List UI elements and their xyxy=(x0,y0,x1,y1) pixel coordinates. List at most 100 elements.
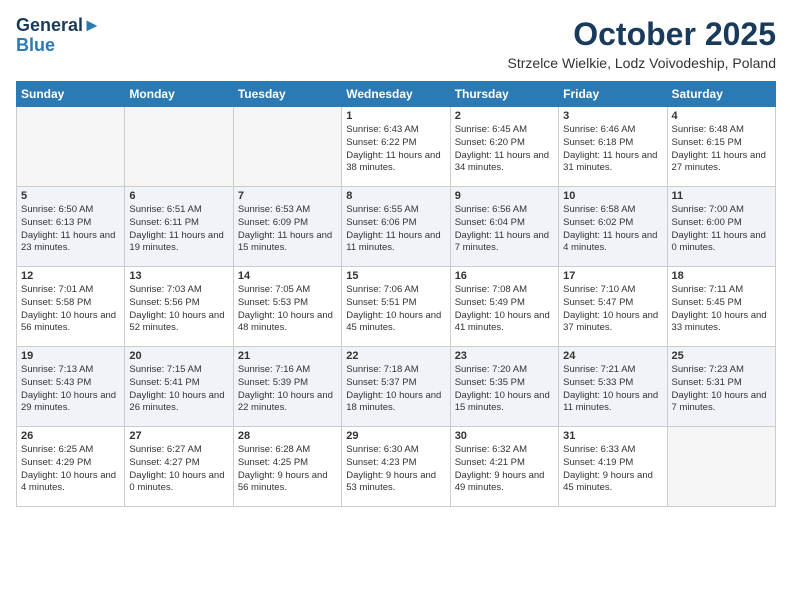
day-number: 31 xyxy=(563,430,662,442)
calendar-cell: 2 Sunrise: 6:45 AM Sunset: 6:20 PM Dayli… xyxy=(450,107,558,187)
day-number: 24 xyxy=(563,350,662,362)
day-info: Sunrise: 6:46 AM Sunset: 6:18 PM Dayligh… xyxy=(563,124,662,175)
calendar-cell xyxy=(125,107,233,187)
calendar-cell: 18 Sunrise: 7:11 AM Sunset: 5:45 PM Dayl… xyxy=(667,267,775,347)
title-block: October 2025 Strzelce Wielkie, Lodz Voiv… xyxy=(508,16,776,71)
day-number: 16 xyxy=(455,270,554,282)
weekday-header-sunday: Sunday xyxy=(17,82,125,107)
day-number: 18 xyxy=(672,270,771,282)
calendar-cell: 30 Sunrise: 6:32 AM Sunset: 4:21 PM Dayl… xyxy=(450,427,558,507)
calendar-cell: 17 Sunrise: 7:10 AM Sunset: 5:47 PM Dayl… xyxy=(559,267,667,347)
calendar-cell: 26 Sunrise: 6:25 AM Sunset: 4:29 PM Dayl… xyxy=(17,427,125,507)
day-info: Sunrise: 6:32 AM Sunset: 4:21 PM Dayligh… xyxy=(455,444,554,495)
day-info: Sunrise: 7:20 AM Sunset: 5:35 PM Dayligh… xyxy=(455,364,554,415)
calendar-cell: 27 Sunrise: 6:27 AM Sunset: 4:27 PM Dayl… xyxy=(125,427,233,507)
day-info: Sunrise: 7:00 AM Sunset: 6:00 PM Dayligh… xyxy=(672,204,771,255)
day-info: Sunrise: 7:15 AM Sunset: 5:41 PM Dayligh… xyxy=(129,364,228,415)
day-number: 2 xyxy=(455,110,554,122)
day-number: 4 xyxy=(672,110,771,122)
day-number: 22 xyxy=(346,350,445,362)
day-number: 17 xyxy=(563,270,662,282)
day-number: 8 xyxy=(346,190,445,202)
calendar-cell: 9 Sunrise: 6:56 AM Sunset: 6:04 PM Dayli… xyxy=(450,187,558,267)
calendar-cell: 13 Sunrise: 7:03 AM Sunset: 5:56 PM Dayl… xyxy=(125,267,233,347)
day-number: 10 xyxy=(563,190,662,202)
weekday-header-friday: Friday xyxy=(559,82,667,107)
weekday-header-saturday: Saturday xyxy=(667,82,775,107)
calendar-cell: 10 Sunrise: 6:58 AM Sunset: 6:02 PM Dayl… xyxy=(559,187,667,267)
day-info: Sunrise: 6:51 AM Sunset: 6:11 PM Dayligh… xyxy=(129,204,228,255)
day-info: Sunrise: 6:33 AM Sunset: 4:19 PM Dayligh… xyxy=(563,444,662,495)
calendar-cell: 11 Sunrise: 7:00 AM Sunset: 6:00 PM Dayl… xyxy=(667,187,775,267)
weekday-header-thursday: Thursday xyxy=(450,82,558,107)
month-title: October 2025 xyxy=(508,16,776,53)
day-number: 25 xyxy=(672,350,771,362)
calendar-cell: 21 Sunrise: 7:16 AM Sunset: 5:39 PM Dayl… xyxy=(233,347,341,427)
day-info: Sunrise: 7:18 AM Sunset: 5:37 PM Dayligh… xyxy=(346,364,445,415)
day-number: 20 xyxy=(129,350,228,362)
day-number: 1 xyxy=(346,110,445,122)
page-header: General►Blue October 2025 Strzelce Wielk… xyxy=(16,16,776,71)
day-info: Sunrise: 7:16 AM Sunset: 5:39 PM Dayligh… xyxy=(238,364,337,415)
calendar-cell xyxy=(17,107,125,187)
day-info: Sunrise: 7:06 AM Sunset: 5:51 PM Dayligh… xyxy=(346,284,445,335)
calendar-cell: 20 Sunrise: 7:15 AM Sunset: 5:41 PM Dayl… xyxy=(125,347,233,427)
day-number: 30 xyxy=(455,430,554,442)
calendar-cell: 8 Sunrise: 6:55 AM Sunset: 6:06 PM Dayli… xyxy=(342,187,450,267)
calendar-cell: 23 Sunrise: 7:20 AM Sunset: 5:35 PM Dayl… xyxy=(450,347,558,427)
day-number: 28 xyxy=(238,430,337,442)
day-number: 12 xyxy=(21,270,120,282)
calendar-cell: 29 Sunrise: 6:30 AM Sunset: 4:23 PM Dayl… xyxy=(342,427,450,507)
day-number: 15 xyxy=(346,270,445,282)
logo: General►Blue xyxy=(16,16,101,56)
day-info: Sunrise: 6:56 AM Sunset: 6:04 PM Dayligh… xyxy=(455,204,554,255)
day-info: Sunrise: 7:03 AM Sunset: 5:56 PM Dayligh… xyxy=(129,284,228,335)
calendar-cell xyxy=(667,427,775,507)
day-number: 9 xyxy=(455,190,554,202)
calendar-cell: 5 Sunrise: 6:50 AM Sunset: 6:13 PM Dayli… xyxy=(17,187,125,267)
day-info: Sunrise: 6:55 AM Sunset: 6:06 PM Dayligh… xyxy=(346,204,445,255)
day-info: Sunrise: 7:11 AM Sunset: 5:45 PM Dayligh… xyxy=(672,284,771,335)
calendar-cell: 1 Sunrise: 6:43 AM Sunset: 6:22 PM Dayli… xyxy=(342,107,450,187)
weekday-header-tuesday: Tuesday xyxy=(233,82,341,107)
day-info: Sunrise: 7:13 AM Sunset: 5:43 PM Dayligh… xyxy=(21,364,120,415)
calendar-cell: 14 Sunrise: 7:05 AM Sunset: 5:53 PM Dayl… xyxy=(233,267,341,347)
calendar-cell xyxy=(233,107,341,187)
day-info: Sunrise: 6:58 AM Sunset: 6:02 PM Dayligh… xyxy=(563,204,662,255)
day-info: Sunrise: 7:01 AM Sunset: 5:58 PM Dayligh… xyxy=(21,284,120,335)
day-info: Sunrise: 6:43 AM Sunset: 6:22 PM Dayligh… xyxy=(346,124,445,175)
location: Strzelce Wielkie, Lodz Voivodeship, Pola… xyxy=(508,55,776,71)
day-number: 29 xyxy=(346,430,445,442)
day-info: Sunrise: 6:50 AM Sunset: 6:13 PM Dayligh… xyxy=(21,204,120,255)
weekday-header-monday: Monday xyxy=(125,82,233,107)
weekday-header-wednesday: Wednesday xyxy=(342,82,450,107)
calendar-cell: 28 Sunrise: 6:28 AM Sunset: 4:25 PM Dayl… xyxy=(233,427,341,507)
day-number: 7 xyxy=(238,190,337,202)
day-info: Sunrise: 7:21 AM Sunset: 5:33 PM Dayligh… xyxy=(563,364,662,415)
day-number: 14 xyxy=(238,270,337,282)
day-info: Sunrise: 7:08 AM Sunset: 5:49 PM Dayligh… xyxy=(455,284,554,335)
day-number: 19 xyxy=(21,350,120,362)
day-number: 23 xyxy=(455,350,554,362)
day-info: Sunrise: 7:05 AM Sunset: 5:53 PM Dayligh… xyxy=(238,284,337,335)
day-info: Sunrise: 7:10 AM Sunset: 5:47 PM Dayligh… xyxy=(563,284,662,335)
calendar-cell: 22 Sunrise: 7:18 AM Sunset: 5:37 PM Dayl… xyxy=(342,347,450,427)
calendar-cell: 31 Sunrise: 6:33 AM Sunset: 4:19 PM Dayl… xyxy=(559,427,667,507)
day-info: Sunrise: 6:28 AM Sunset: 4:25 PM Dayligh… xyxy=(238,444,337,495)
calendar-cell: 19 Sunrise: 7:13 AM Sunset: 5:43 PM Dayl… xyxy=(17,347,125,427)
day-number: 21 xyxy=(238,350,337,362)
day-info: Sunrise: 6:30 AM Sunset: 4:23 PM Dayligh… xyxy=(346,444,445,495)
day-info: Sunrise: 6:25 AM Sunset: 4:29 PM Dayligh… xyxy=(21,444,120,495)
calendar-cell: 4 Sunrise: 6:48 AM Sunset: 6:15 PM Dayli… xyxy=(667,107,775,187)
calendar-table: SundayMondayTuesdayWednesdayThursdayFrid… xyxy=(16,81,776,507)
day-info: Sunrise: 6:48 AM Sunset: 6:15 PM Dayligh… xyxy=(672,124,771,175)
day-number: 11 xyxy=(672,190,771,202)
day-number: 27 xyxy=(129,430,228,442)
day-number: 26 xyxy=(21,430,120,442)
calendar-cell: 16 Sunrise: 7:08 AM Sunset: 5:49 PM Dayl… xyxy=(450,267,558,347)
day-number: 5 xyxy=(21,190,120,202)
calendar-cell: 12 Sunrise: 7:01 AM Sunset: 5:58 PM Dayl… xyxy=(17,267,125,347)
calendar-cell: 24 Sunrise: 7:21 AM Sunset: 5:33 PM Dayl… xyxy=(559,347,667,427)
day-info: Sunrise: 7:23 AM Sunset: 5:31 PM Dayligh… xyxy=(672,364,771,415)
calendar-cell: 6 Sunrise: 6:51 AM Sunset: 6:11 PM Dayli… xyxy=(125,187,233,267)
